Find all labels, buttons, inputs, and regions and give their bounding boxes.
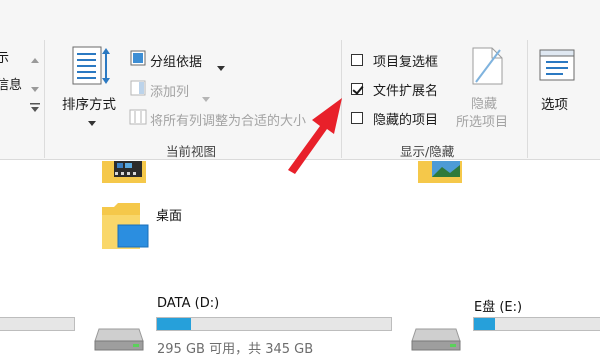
annotation-arrow: [288, 98, 342, 174]
pictures-folder-icon[interactable]: [416, 161, 468, 189]
videos-folder-icon[interactable]: [100, 161, 152, 189]
item-checkboxes-label[interactable]: 项目复选框: [373, 51, 438, 70]
hide-selected-line2[interactable]: 所选项目: [456, 111, 508, 130]
drive-d-free-space: 295 GB 可用，共 345 GB: [157, 342, 314, 357]
drive-d-usage-bar: [156, 317, 392, 331]
item-checkboxes-checkbox[interactable]: [351, 54, 363, 66]
options-button[interactable]: 选项: [541, 93, 568, 113]
sort-dropdown-icon[interactable]: [88, 111, 96, 130]
drive-d-icon[interactable]: [93, 321, 145, 355]
expand-gallery-icon[interactable]: [30, 98, 40, 117]
sort-by-icon[interactable]: [72, 46, 110, 90]
desktop-folder-name[interactable]: 桌面: [156, 205, 182, 224]
file-list: 桌面 DATA (D:) 295 GB 可用，共 345 GB E盘 (E:): [0, 161, 600, 360]
left-group-line1[interactable]: 示: [0, 47, 9, 66]
drive-c-usage-bar: [0, 317, 75, 331]
show-hide-group-label: 显示/隐藏: [400, 144, 455, 159]
desktop-folder-icon[interactable]: [100, 201, 150, 257]
group-by-icon: [130, 50, 146, 70]
left-group-line2[interactable]: 信息: [0, 74, 22, 93]
drive-d-name[interactable]: DATA (D:): [157, 296, 219, 311]
explorer-window: 示 信息 排序方式 分组依据 添加列 将所有列调整为合适的大小 当前视图 项目复…: [0, 0, 600, 360]
separator: [527, 40, 528, 158]
group-by-button[interactable]: 分组依据: [150, 51, 202, 70]
fit-columns-icon: [129, 109, 147, 129]
group-by-dropdown-icon[interactable]: [217, 56, 225, 75]
current-view-group-label: 当前视图: [166, 144, 217, 159]
drive-e-usage-fill: [474, 318, 495, 330]
drive-e-name[interactable]: E盘 (E:): [474, 296, 522, 315]
file-extensions-label[interactable]: 文件扩展名: [373, 80, 438, 99]
scroll-down-icon[interactable]: [31, 78, 39, 97]
drive-e-usage-bar: [473, 317, 600, 331]
drive-d-usage-fill: [157, 318, 191, 330]
separator: [44, 40, 45, 158]
hide-selected-line1[interactable]: 隐藏: [471, 93, 497, 112]
options-icon[interactable]: [539, 49, 575, 87]
add-columns-icon: [130, 80, 146, 100]
scroll-up-icon[interactable]: [31, 48, 39, 67]
drive-e-icon[interactable]: [410, 321, 462, 355]
add-columns-button[interactable]: 添加列: [150, 81, 189, 100]
hidden-items-label[interactable]: 隐藏的项目: [373, 109, 438, 128]
sort-by-button[interactable]: 排序方式: [62, 93, 116, 113]
add-columns-dropdown-icon[interactable]: [202, 87, 210, 106]
hide-selected-icon[interactable]: [470, 46, 506, 90]
